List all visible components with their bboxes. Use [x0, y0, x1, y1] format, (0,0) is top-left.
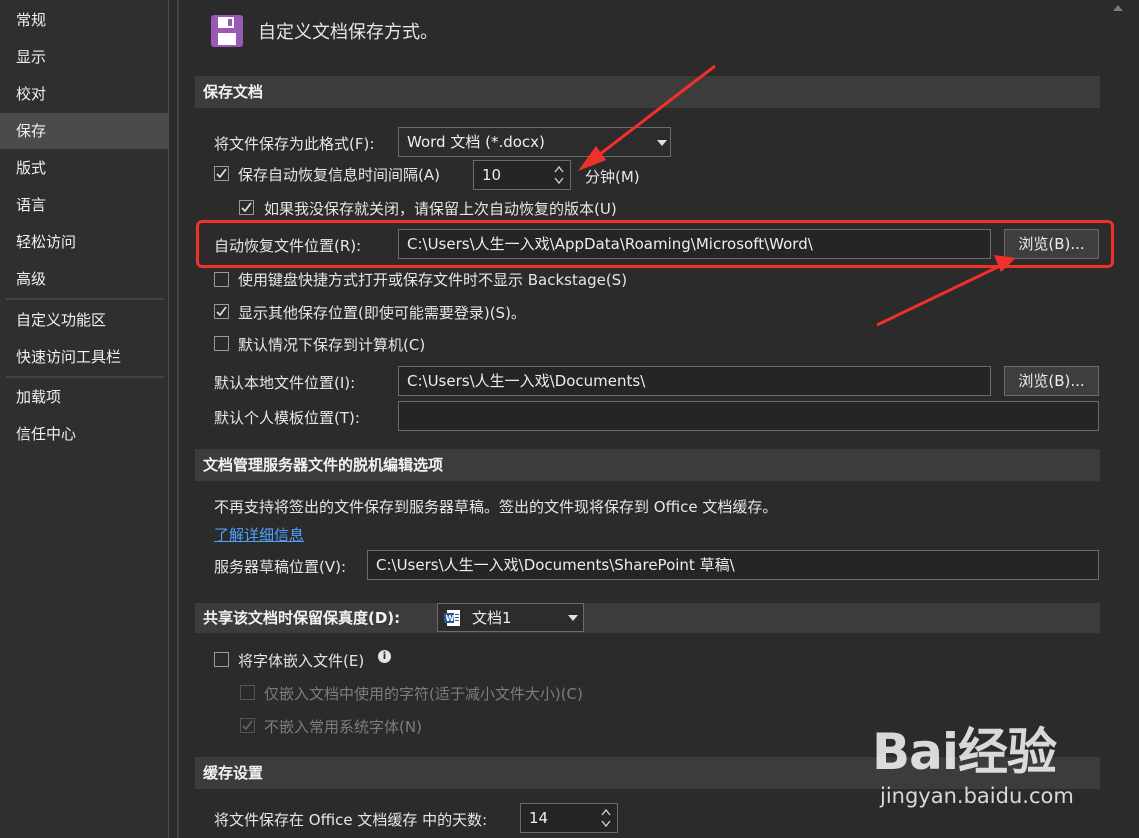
embed-fonts-checkbox[interactable] [214, 652, 229, 667]
no-backstage-checkbox[interactable] [214, 272, 229, 287]
nav-proofing[interactable]: 校对 [0, 76, 168, 112]
save-to-computer-checkbox[interactable] [214, 336, 229, 351]
format-label: 将文件保存为此格式(F): [214, 135, 375, 153]
show-other-locations-checkbox[interactable] [214, 304, 229, 319]
keep-last-version-label: 如果我没保存就关闭，请保留上次自动恢复的版本(U) [264, 200, 617, 218]
autorecover-minutes-value: 10 [482, 166, 502, 184]
local-location-input[interactable]: C:\Users\人生一入戏\Documents\ [398, 366, 991, 396]
autorecover-location-input[interactable]: C:\Users\人生一入戏\AppData\Roaming\Microsoft… [398, 229, 991, 259]
spin-arrows-icon[interactable] [599, 804, 613, 832]
template-location-input[interactable] [398, 401, 1099, 431]
local-location-label: 默认本地文件位置(I): [214, 374, 356, 392]
svg-text:W: W [446, 614, 455, 623]
show-other-locations-label: 显示其他保存位置(即使可能需要登录)(S)。 [238, 304, 526, 322]
save-disk-icon [210, 14, 244, 48]
autorecover-minutes-stepper[interactable]: 10 [473, 160, 571, 190]
browse-local-button[interactable]: 浏览(B)... [1004, 366, 1099, 396]
nav-divider [6, 376, 164, 378]
cache-days-label: 将文件保存在 Office 文档缓存 中的天数: [214, 811, 488, 829]
template-location-label: 默认个人模板位置(T): [214, 409, 360, 427]
nav-trust-center[interactable]: 信任中心 [0, 416, 168, 452]
section-fidelity: 共享该文档时保留保真度(D): [195, 603, 1100, 633]
section-offline-editing: 文档管理服务器文件的脱机编辑选项 [195, 449, 1100, 481]
cache-days-stepper[interactable]: 14 [520, 803, 618, 833]
panel-divider [177, 0, 179, 838]
drafts-location-input[interactable]: C:\Users\人生一入戏\Documents\SharePoint 草稿\ [367, 550, 1099, 580]
offline-notice: 不再支持将签出的文件保存到服务器草稿。签出的文件现将保存到 Office 文档缓… [214, 498, 778, 516]
keep-last-version-checkbox[interactable] [239, 200, 254, 215]
options-sidebar: 常规 显示 校对 保存 版式 语言 轻松访问 高级 自定义功能区 快速访问工具栏… [0, 0, 169, 838]
no-backstage-label: 使用键盘快捷方式打开或保存文件时不显示 Backstage(S) [238, 271, 628, 289]
embed-used-chars-checkbox[interactable] [240, 685, 255, 700]
cache-days-value: 14 [529, 809, 549, 827]
spin-arrows-icon[interactable] [552, 161, 566, 189]
browse-autorecover-button[interactable]: 浏览(B)... [1004, 229, 1099, 259]
minutes-label: 分钟(M) [585, 168, 640, 186]
embed-used-chars-label: 仅嵌入文档中使用的字符(适于减小文件大小)(C) [264, 685, 583, 703]
learn-more-link[interactable]: 了解详细信息 [214, 524, 304, 545]
save-to-computer-label: 默认情况下保存到计算机(C) [238, 336, 426, 354]
nav-quick-access[interactable]: 快速访问工具栏 [0, 339, 168, 375]
autorecover-checkbox[interactable] [214, 166, 229, 181]
fidelity-document-dropdown[interactable]: W 文档1 [437, 603, 584, 632]
watermark-url: jingyan.baidu.com [880, 784, 1074, 808]
scroll-up-arrow[interactable] [1113, 5, 1123, 11]
nav-layout[interactable]: 版式 [0, 150, 168, 186]
nav-display[interactable]: 显示 [0, 39, 168, 75]
section-save-documents: 保存文档 [195, 76, 1100, 108]
nav-save[interactable]: 保存 [0, 113, 168, 149]
nav-addins[interactable]: 加载项 [0, 379, 168, 415]
info-icon[interactable]: i [378, 650, 391, 663]
annotation-arrow-bottom [876, 255, 1016, 327]
drafts-location-label: 服务器草稿位置(V): [214, 558, 347, 576]
page-title: 自定义文档保存方式。 [258, 22, 438, 43]
format-dropdown[interactable]: Word 文档 (*.docx) [398, 127, 671, 157]
chevron-down-icon [568, 615, 578, 621]
nav-general[interactable]: 常规 [0, 2, 168, 38]
embed-fonts-label: 将字体嵌入文件(E) [238, 652, 365, 670]
nav-customize-ribbon[interactable]: 自定义功能区 [0, 302, 168, 338]
format-value: Word 文档 (*.docx) [407, 133, 545, 151]
chevron-down-icon [657, 140, 667, 146]
no-common-fonts-label: 不嵌入常用系统字体(N) [264, 718, 422, 736]
nav-language[interactable]: 语言 [0, 187, 168, 223]
nav-advanced[interactable]: 高级 [0, 261, 168, 297]
autorecover-location-label: 自动恢复文件位置(R): [214, 237, 362, 255]
watermark-logo-text: Bai经验 [872, 723, 1057, 781]
word-doc-icon: W [444, 610, 460, 626]
autorecover-label: 保存自动恢复信息时间间隔(A) [238, 166, 440, 184]
fidelity-document-value: 文档1 [472, 609, 512, 627]
nav-divider [6, 298, 164, 300]
no-common-fonts-checkbox[interactable] [240, 718, 255, 733]
nav-accessibility[interactable]: 轻松访问 [0, 224, 168, 260]
